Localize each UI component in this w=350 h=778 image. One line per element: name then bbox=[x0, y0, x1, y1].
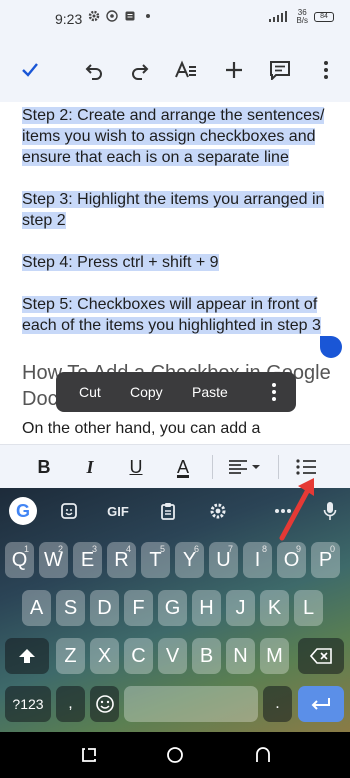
comma-key[interactable]: , bbox=[56, 686, 85, 722]
status-time: 9:23 bbox=[55, 11, 83, 27]
comment-button[interactable] bbox=[266, 56, 294, 84]
align-left-icon bbox=[229, 460, 260, 474]
key-r[interactable]: R4 bbox=[107, 542, 136, 578]
doc-paragraph-step5[interactable]: Step 5: Checkboxes will appear in front … bbox=[22, 294, 332, 336]
key-o[interactable]: O9 bbox=[277, 542, 306, 578]
microphone-icon bbox=[323, 502, 337, 520]
done-button[interactable] bbox=[16, 56, 44, 84]
enter-icon bbox=[311, 698, 330, 710]
key-a[interactable]: A bbox=[22, 590, 51, 626]
period-glyph: . bbox=[275, 695, 280, 712]
bold-button[interactable]: B bbox=[32, 453, 56, 481]
paste-menu-item[interactable]: Paste bbox=[192, 384, 228, 400]
settings-icon bbox=[88, 10, 100, 22]
redo-button[interactable] bbox=[126, 56, 154, 84]
add-icon bbox=[226, 62, 242, 78]
key-m[interactable]: M bbox=[260, 638, 289, 674]
message-icon bbox=[125, 11, 135, 21]
key-j[interactable]: J bbox=[226, 590, 255, 626]
notification-dot-icon bbox=[146, 14, 150, 18]
google-logo-icon[interactable]: G bbox=[9, 497, 37, 525]
align-dropdown[interactable] bbox=[226, 453, 264, 481]
key-c[interactable]: C bbox=[124, 638, 153, 674]
key-u[interactable]: U7 bbox=[209, 542, 238, 578]
navigation-bar bbox=[0, 732, 350, 778]
doc-paragraph-step4[interactable]: Step 4: Press ctrl + shift + 9 bbox=[22, 252, 332, 273]
doc-paragraph-step3[interactable]: Step 3: Highlight the items you arranged… bbox=[22, 189, 332, 231]
backspace-key[interactable] bbox=[298, 638, 344, 674]
cut-menu-item[interactable]: Cut bbox=[79, 384, 101, 400]
italic-button[interactable]: I bbox=[78, 453, 102, 481]
data-rate: 36 B/s bbox=[296, 8, 308, 25]
undo-icon bbox=[85, 64, 102, 80]
key-f[interactable]: F bbox=[124, 590, 153, 626]
insert-button[interactable] bbox=[220, 56, 248, 84]
key-h[interactable]: H bbox=[192, 590, 221, 626]
backspace-icon bbox=[310, 648, 332, 664]
key-d[interactable]: D bbox=[90, 590, 119, 626]
voice-input-button[interactable] bbox=[320, 499, 340, 523]
emoji-key[interactable] bbox=[90, 686, 119, 722]
key-v[interactable]: V bbox=[158, 638, 187, 674]
key-l[interactable]: L bbox=[294, 590, 323, 626]
space-bar[interactable] bbox=[124, 686, 258, 722]
symbols-key[interactable]: ?123 bbox=[5, 686, 51, 722]
key-z[interactable]: Z bbox=[56, 638, 85, 674]
sticker-icon bbox=[61, 503, 77, 519]
key-k[interactable]: K bbox=[260, 590, 289, 626]
status-bar: 9:23 36 B/s 84 bbox=[0, 0, 350, 38]
key-w[interactable]: W2 bbox=[39, 542, 68, 578]
back-icon[interactable] bbox=[254, 746, 272, 764]
selection-handle[interactable] bbox=[320, 336, 342, 358]
underline-button[interactable]: U bbox=[124, 453, 148, 481]
comment-icon bbox=[270, 61, 290, 80]
emoji-icon bbox=[95, 695, 114, 713]
battery-indicator: 84 bbox=[314, 12, 334, 22]
key-q[interactable]: Q1 bbox=[5, 542, 34, 578]
more-vert-icon bbox=[324, 61, 328, 79]
copy-menu-item[interactable]: Copy bbox=[130, 384, 163, 400]
key-t[interactable]: T5 bbox=[141, 542, 170, 578]
shift-key[interactable] bbox=[5, 638, 49, 674]
key-x[interactable]: X bbox=[90, 638, 119, 674]
text-format-button[interactable] bbox=[172, 56, 200, 84]
clipboard-button[interactable] bbox=[158, 499, 178, 523]
key-n[interactable]: N bbox=[226, 638, 255, 674]
doc-paragraph-step2[interactable]: Step 2: Create and arrange the sentences… bbox=[22, 105, 332, 168]
more-menu-icon[interactable] bbox=[272, 383, 276, 404]
text-context-menu: Cut Copy Paste bbox=[56, 372, 296, 412]
sticker-button[interactable] bbox=[58, 499, 80, 523]
key-b[interactable]: B bbox=[192, 638, 221, 674]
clipboard-icon bbox=[161, 503, 175, 520]
more-options-button[interactable] bbox=[312, 56, 340, 84]
whatsapp-icon bbox=[106, 10, 118, 22]
undo-button[interactable] bbox=[80, 56, 108, 84]
key-e[interactable]: E3 bbox=[73, 542, 102, 578]
shift-icon bbox=[19, 649, 35, 663]
signal-icon bbox=[269, 11, 288, 22]
gear-icon bbox=[210, 503, 226, 519]
recents-icon[interactable] bbox=[80, 746, 98, 764]
enter-key[interactable] bbox=[298, 686, 344, 722]
keyboard-settings-button[interactable] bbox=[208, 499, 228, 523]
text-color-button[interactable]: A bbox=[170, 453, 196, 481]
doc-body-text[interactable]: On the other hand, you can add a bbox=[22, 420, 332, 438]
redo-icon bbox=[132, 64, 149, 80]
gif-button[interactable]: GIF bbox=[104, 499, 132, 523]
key-s[interactable]: S bbox=[56, 590, 85, 626]
key-i[interactable]: I8 bbox=[243, 542, 272, 578]
period-key[interactable]: . bbox=[263, 686, 292, 722]
check-icon bbox=[22, 63, 38, 77]
annotation-arrow-icon bbox=[279, 478, 314, 541]
editor-toolbar bbox=[0, 38, 350, 102]
key-y[interactable]: Y6 bbox=[175, 542, 204, 578]
format-divider bbox=[212, 455, 213, 479]
text-format-icon bbox=[175, 60, 196, 78]
key-g[interactable]: G bbox=[158, 590, 187, 626]
key-p[interactable]: P0 bbox=[311, 542, 340, 578]
home-icon[interactable] bbox=[166, 746, 184, 764]
